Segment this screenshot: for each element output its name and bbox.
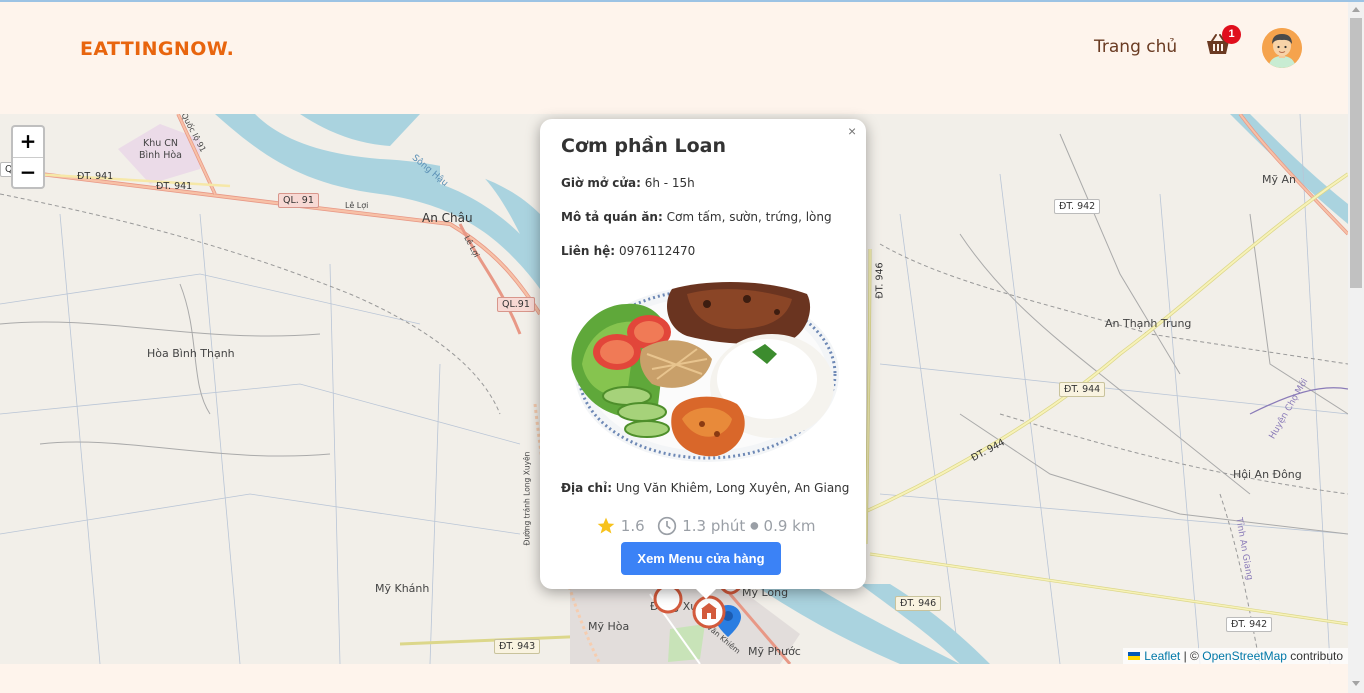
road-shield: ĐT. 944: [1059, 382, 1106, 397]
clock-icon: [658, 516, 677, 536]
rating-value: 1.6: [620, 517, 645, 535]
openstreetmap-link[interactable]: OpenStreetMap: [1202, 649, 1287, 663]
scrollbar-thumb[interactable]: [1350, 18, 1362, 288]
map-label: Mỹ Phước: [748, 645, 801, 658]
store-address: Địa chỉ: Ung Văn Khiêm, Long Xuyên, An G…: [561, 481, 849, 495]
separator-dot: ●: [750, 520, 759, 532]
contact-label: Liên hệ:: [561, 244, 616, 258]
scroll-down-arrow-icon[interactable]: [1352, 681, 1360, 686]
attribution-separator: | ©: [1183, 649, 1199, 663]
attribution-tail: contributo: [1290, 649, 1343, 663]
star-icon: [597, 517, 615, 534]
road-shield: ĐT. 946: [895, 596, 942, 611]
leaflet-link[interactable]: Leaflet: [1144, 649, 1180, 663]
popup-close-button[interactable]: ×: [848, 123, 856, 139]
map-label: Khu CN: [143, 138, 179, 149]
nav-home-link[interactable]: Trang chủ: [1094, 37, 1177, 57]
map-label: Hòa Bình Thạnh: [147, 347, 235, 360]
road-shield: QL.91: [497, 297, 535, 312]
zoom-out-button[interactable]: −: [13, 158, 43, 188]
store-marker-icon[interactable]: [650, 584, 690, 624]
store-hours: Giờ mở cửa: 6h - 15h: [561, 176, 695, 190]
address-label: Địa chỉ:: [561, 481, 613, 495]
map-label: Bình Hòa: [139, 150, 182, 161]
cart-count-badge: 1: [1222, 25, 1241, 44]
road-shield: QL. 91: [278, 193, 319, 208]
hours-value: 6h - 15h: [644, 176, 695, 190]
road-shield: ĐT. 943: [494, 639, 541, 654]
page-content-below-map: [0, 664, 1348, 693]
description-label: Mô tả quán ăn:: [561, 210, 663, 224]
map-label: An Châu: [422, 211, 473, 225]
distance-value: 0.9 km: [763, 517, 816, 535]
view-menu-button[interactable]: Xem Menu cửa hàng: [621, 542, 781, 575]
store-food-image: [571, 282, 839, 462]
site-header: EATTINGNOW. Trang chủ 1: [0, 2, 1348, 114]
road-shield: ĐT. 941: [77, 171, 114, 182]
hours-label: Giờ mở cửa:: [561, 176, 641, 190]
map-label: Mỹ Hòa: [588, 620, 630, 633]
road-shield: ĐT. 942: [1054, 199, 1101, 214]
store-description: Mô tả quán ăn: Cơm tấm, sườn, trứng, lòn…: [561, 210, 832, 224]
map-label: Hội An Đông: [1233, 468, 1302, 481]
ukraine-flag-icon: [1128, 652, 1141, 660]
map-label: Lê Lợi: [345, 201, 369, 210]
address-value: Ung Văn Khiêm, Long Xuyên, An Giang: [615, 481, 850, 495]
travel-time: 1.3 phút: [682, 517, 746, 535]
road-shield: ĐT. 941: [156, 181, 193, 192]
description-value: Cơm tấm, sườn, trứng, lòng: [666, 210, 832, 224]
map-label: Mỹ An: [1262, 173, 1296, 186]
scroll-up-arrow-icon[interactable]: [1352, 7, 1360, 12]
store-name: Cơm phần Loan: [561, 135, 727, 157]
store-contact: Liên hệ: 0976112470: [561, 244, 695, 258]
map-label: Mỹ Khánh: [375, 582, 430, 595]
user-avatar-icon[interactable]: [1262, 28, 1302, 68]
zoom-control: + −: [11, 125, 45, 189]
road-shield: ĐT. 946: [874, 262, 886, 299]
map-attribution: Leaflet | © OpenStreetMap contributo: [1123, 648, 1348, 664]
site-logo[interactable]: EATTINGNOW.: [80, 38, 234, 60]
contact-value: 0976112470: [618, 244, 696, 258]
zoom-in-button[interactable]: +: [13, 127, 43, 158]
map-label: An Thạnh Trung: [1105, 317, 1192, 330]
store-marker-icon[interactable]: [691, 594, 727, 630]
store-stats: 1.6 1.3 phút ● 0.9 km: [596, 516, 815, 536]
road-shield: ĐT. 942: [1226, 617, 1273, 632]
map-label: Đường tránh Long Xuyên: [522, 451, 532, 546]
